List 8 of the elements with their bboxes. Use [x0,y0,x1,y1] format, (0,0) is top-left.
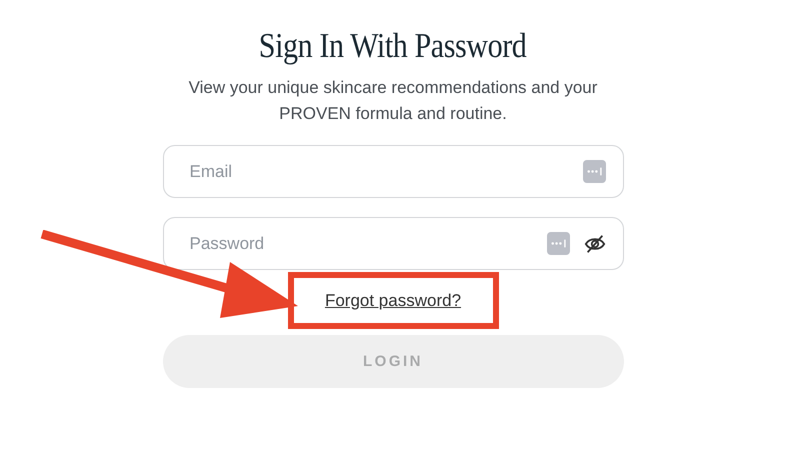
autofill-icon[interactable] [582,160,606,183]
email-field[interactable]: Email [162,145,624,198]
subtitle: View your unique skincare recommendations and your PROVEN formula and routine. [188,77,598,125]
autofill-icon[interactable] [546,232,570,255]
forgot-password-link[interactable]: Forgot password? [324,290,462,310]
eye-slash-icon[interactable] [584,232,606,254]
page-title: Sign In With Password [259,26,527,66]
password-field[interactable]: Password [162,217,624,270]
